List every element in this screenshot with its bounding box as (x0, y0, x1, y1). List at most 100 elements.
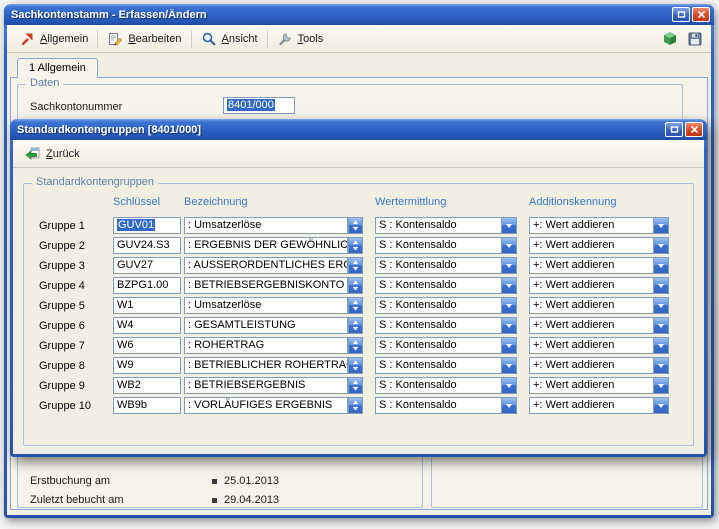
table-row: Gruppe 1 GUV01 : Umsatzerlöse S : Konten… (24, 217, 693, 237)
close-icon (697, 10, 706, 19)
tab-allgemein[interactable]: 1 Allgemein (17, 58, 98, 78)
bezeichnung-input[interactable]: : Umsatzerlöse (184, 297, 348, 314)
bezeichnung-input[interactable]: : GESAMTLEISTUNG (184, 317, 348, 334)
lookup-button[interactable] (348, 277, 363, 294)
lookup-button[interactable] (348, 397, 363, 414)
bezeichnung-input[interactable]: : ROHERTRAG (184, 337, 348, 354)
wertermittlung-select[interactable]: S : Kontensaldo (375, 317, 517, 334)
bezeichnung-input[interactable]: : VORLÄUFIGES ERGEBNIS (184, 397, 348, 414)
additionskennung-select[interactable]: +: Wert addieren (529, 317, 669, 334)
bezeichnung-input[interactable]: : BETRIEBSERGEBNIS (184, 377, 348, 394)
menu-bearbeiten[interactable]: Bearbeiten (103, 29, 185, 49)
lookup-button[interactable] (348, 317, 363, 334)
wertermittlung-select[interactable]: S : Kontensaldo (375, 377, 517, 394)
lookup-button[interactable] (348, 297, 363, 314)
additionskennung-select[interactable]: +: Wert addieren (529, 397, 669, 414)
schluessel-input[interactable]: W9 (113, 357, 181, 374)
table-row: Gruppe 4 BZPG1.00 : BETRIEBSERGEBNISKONT… (24, 277, 693, 297)
dropdown-arrow-icon (653, 398, 668, 413)
back-arrow-icon (25, 146, 41, 162)
additionskennung-select[interactable]: +: Wert addieren (529, 337, 669, 354)
save-icon[interactable] (687, 31, 703, 47)
sachkontonummer-label: Sachkontonummer (30, 101, 122, 113)
dropdown-arrow-icon (653, 238, 668, 253)
screen: Sachkontenstamm - Erfassen/Ändern Allgem… (0, 0, 719, 529)
close-button[interactable] (692, 7, 710, 22)
menu-allgemein[interactable]: Allgemein (15, 29, 92, 49)
dropdown-arrow-icon (653, 378, 668, 393)
schluessel-input[interactable]: W1 (113, 297, 181, 314)
dropdown-arrow-icon (501, 398, 516, 413)
table-row: Gruppe 7 W6 : ROHERTRAG S : Kontensaldo … (24, 337, 693, 357)
value-marker-icon (212, 479, 217, 484)
toolbar-separator (267, 30, 268, 48)
additionskennung-select[interactable]: +: Wert addieren (529, 237, 669, 254)
dropdown-arrow-icon (501, 258, 516, 273)
additionskennung-select[interactable]: +: Wert addieren (529, 257, 669, 274)
dropdown-arrow-icon (653, 218, 668, 233)
dialog-title: Standardkontengruppen [8401/000] (17, 124, 665, 136)
table-row: Gruppe 6 W4 : GESAMTLEISTUNG S : Kontens… (24, 317, 693, 337)
standardkontengruppen-group: Standardkontengruppen Schlüssel Bezeichn… (23, 183, 694, 446)
wertermittlung-select[interactable]: S : Kontensaldo (375, 277, 517, 294)
dropdown-arrow-icon (653, 298, 668, 313)
schluessel-input[interactable]: BZPG1.00 (113, 277, 181, 294)
schluessel-input[interactable]: W6 (113, 337, 181, 354)
lookup-button[interactable] (348, 377, 363, 394)
dialog-minimize-button[interactable] (665, 122, 683, 137)
row-label: Gruppe 2 (39, 240, 85, 252)
dropdown-arrow-icon (501, 278, 516, 293)
row-label: Gruppe 8 (39, 360, 85, 372)
bezeichnung-input[interactable]: : BETRIEBSERGEBNISKONTO (184, 277, 348, 294)
additionskennung-select[interactable]: +: Wert addieren (529, 357, 669, 374)
schluessel-input[interactable]: WB9b (113, 397, 181, 414)
table-row: Gruppe 8 W9 : BETRIEBLICHER ROHERTRAG S … (24, 357, 693, 377)
additionskennung-select[interactable]: +: Wert addieren (529, 277, 669, 294)
sachkontonummer-input[interactable]: 8401/000 (223, 97, 295, 114)
row-label: Gruppe 5 (39, 300, 85, 312)
schluessel-input[interactable]: WB2 (113, 377, 181, 394)
menu-tools[interactable]: Tools (273, 29, 328, 49)
wertermittlung-select[interactable]: S : Kontensaldo (375, 297, 517, 314)
bezeichnung-input[interactable]: : ERGEBNIS DER GEWÖHNLICHEN GES (184, 237, 348, 254)
lookup-button[interactable] (348, 237, 363, 254)
additionskennung-select[interactable]: +: Wert addieren (529, 297, 669, 314)
additionskennung-select[interactable]: +: Wert addieren (529, 217, 669, 234)
lookup-button[interactable] (348, 217, 363, 234)
schluessel-input[interactable]: GUV24.S3 (113, 237, 181, 254)
table-row: Gruppe 3 GUV27 : AUSSERORDENTLICHES ERGE… (24, 257, 693, 277)
wertermittlung-select[interactable]: S : Kontensaldo (375, 217, 517, 234)
zuletzt-bebucht-value: 29.04.2013 (224, 494, 279, 506)
back-button[interactable]: Zurück (21, 144, 84, 164)
table-row: Gruppe 5 W1 : Umsatzerlöse S : Kontensal… (24, 297, 693, 317)
cube-icon[interactable] (662, 31, 678, 47)
menu-ansicht[interactable]: Ansicht (197, 29, 262, 49)
dropdown-arrow-icon (501, 338, 516, 353)
standardkontengruppen-group-label: Standardkontengruppen (32, 176, 158, 188)
schluessel-input[interactable]: GUV01 (113, 217, 181, 234)
wertermittlung-select[interactable]: S : Kontensaldo (375, 237, 517, 254)
wertermittlung-select[interactable]: S : Kontensaldo (375, 337, 517, 354)
schluessel-input[interactable]: GUV27 (113, 257, 181, 274)
column-header-bezeichnung: Bezeichnung (184, 196, 248, 208)
lookup-button[interactable] (348, 257, 363, 274)
bezeichnung-input[interactable]: : BETRIEBLICHER ROHERTRAG (184, 357, 348, 374)
row-label: Gruppe 4 (39, 280, 85, 292)
minimize-icon (670, 125, 679, 134)
zuletzt-bebucht-label: Zuletzt bebucht am (30, 494, 124, 506)
wertermittlung-select[interactable]: S : Kontensaldo (375, 357, 517, 374)
additionskennung-select[interactable]: +: Wert addieren (529, 377, 669, 394)
arrow-up-right-icon (19, 31, 35, 47)
row-label: Gruppe 9 (39, 380, 85, 392)
bezeichnung-input[interactable]: : AUSSERORDENTLICHES ERGEBNIS (184, 257, 348, 274)
dialog-close-button[interactable] (685, 122, 703, 137)
schluessel-input[interactable]: W4 (113, 317, 181, 334)
dropdown-arrow-icon (653, 258, 668, 273)
wertermittlung-select[interactable]: S : Kontensaldo (375, 397, 517, 414)
wertermittlung-select[interactable]: S : Kontensaldo (375, 257, 517, 274)
lookup-button[interactable] (348, 357, 363, 374)
lookup-button[interactable] (348, 337, 363, 354)
bezeichnung-input[interactable]: : Umsatzerlöse (184, 217, 348, 234)
minimize-button[interactable] (672, 7, 690, 22)
value-marker-icon (212, 498, 217, 503)
